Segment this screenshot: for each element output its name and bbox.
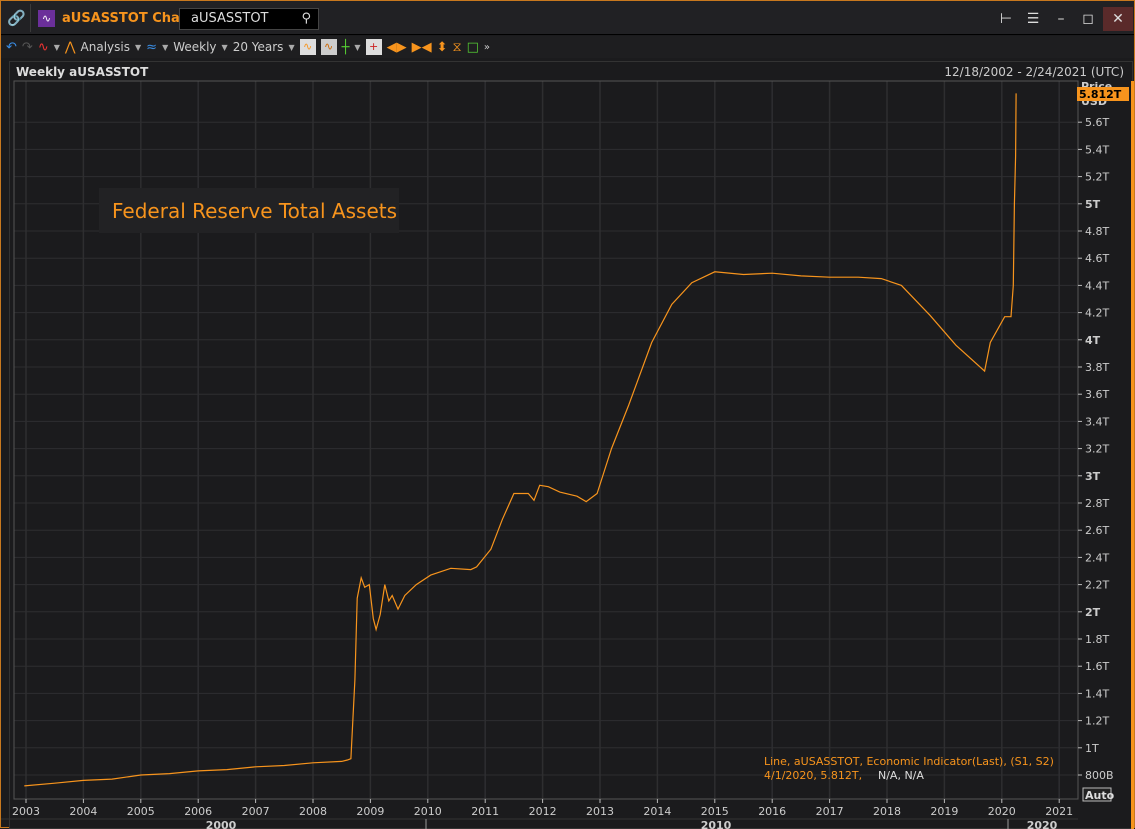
x-tick-label: 2019: [930, 805, 958, 818]
y-tick-label: 1.4T: [1085, 687, 1109, 700]
y-tick-label: 3.6T: [1085, 388, 1109, 401]
legend-line-1: Line, aUSASSTOT, Economic Indicator(Last…: [764, 755, 1054, 768]
y-tick-label: 2.8T: [1085, 497, 1109, 510]
x-tick-label: 2008: [299, 805, 327, 818]
y-tick-label: 2.6T: [1085, 524, 1109, 537]
x-tick-label: 2018: [873, 805, 901, 818]
y-tick-label: 3.2T: [1085, 443, 1109, 456]
x-tick-label: 2010: [414, 805, 442, 818]
legend-na: N/A, N/A: [878, 769, 924, 782]
y-tick-label: 1.6T: [1085, 660, 1109, 673]
x-tick-label: 2006: [184, 805, 212, 818]
x-tick-label: 2007: [242, 805, 270, 818]
y-tick-label: 4.8T: [1085, 225, 1109, 238]
y-tick-label: 1.2T: [1085, 715, 1109, 728]
x-tick-label: 2016: [758, 805, 786, 818]
chart-window: 🔗 ∿ aUSASSTOT Chart aUSASSTOT ⚲ ⊢ ☰ – ◻ ✕…: [0, 0, 1135, 829]
auto-scale-label: Auto: [1085, 789, 1115, 802]
y-tick-label: 1.8T: [1085, 633, 1109, 646]
y-tick-label: 4.6T: [1085, 252, 1109, 265]
y-tick-label: 4.2T: [1085, 307, 1109, 320]
x-tick-label: 2009: [356, 805, 384, 818]
annotation-text: Federal Reserve Total Assets: [112, 199, 397, 223]
x-tick-label: 2003: [12, 805, 40, 818]
y-tick-label: 5T: [1085, 198, 1101, 211]
side-panel-edge[interactable]: [1131, 81, 1134, 829]
x-tick-label: 2013: [586, 805, 614, 818]
x-tick-label: 2004: [69, 805, 97, 818]
y-tick-label: 3.8T: [1085, 361, 1109, 374]
y-tick-label: 3T: [1085, 470, 1101, 483]
x-tick-label: 2011: [471, 805, 499, 818]
y-tick-label: 5.6T: [1085, 116, 1109, 129]
y-tick-label: 1T: [1085, 742, 1099, 755]
y-tick-label: 4.4T: [1085, 279, 1109, 292]
last-value-text: 5.812T: [1079, 88, 1122, 101]
y-tick-label: 800B: [1085, 769, 1114, 782]
x-tick-label: 2005: [127, 805, 155, 818]
x-tick-label: 2012: [529, 805, 557, 818]
y-tick-label: 3.4T: [1085, 415, 1109, 428]
legend-date-value: 4/1/2020, 5.812T,: [764, 769, 862, 782]
y-tick-label: 2.2T: [1085, 579, 1109, 592]
y-tick-label: 5.2T: [1085, 171, 1109, 184]
y-tick-label: 5.4T: [1085, 143, 1109, 156]
x-tick-label: 2017: [816, 805, 844, 818]
y-tick-label: 2T: [1085, 606, 1101, 619]
x-tick-label: 2020: [988, 805, 1016, 818]
y-tick-label: 4T: [1085, 334, 1101, 347]
x-tick-label: 2021: [1045, 805, 1073, 818]
price-chart[interactable]: 800B 1T 1.2T 1.4T 1.6T 1.8T 2T 2.2T 2.4T 2.6T 2.8T…: [1, 1, 1135, 829]
y-tick-label: 2.4T: [1085, 551, 1109, 564]
x-tick-label: 2015: [701, 805, 729, 818]
x-tick-label: 2014: [643, 805, 671, 818]
